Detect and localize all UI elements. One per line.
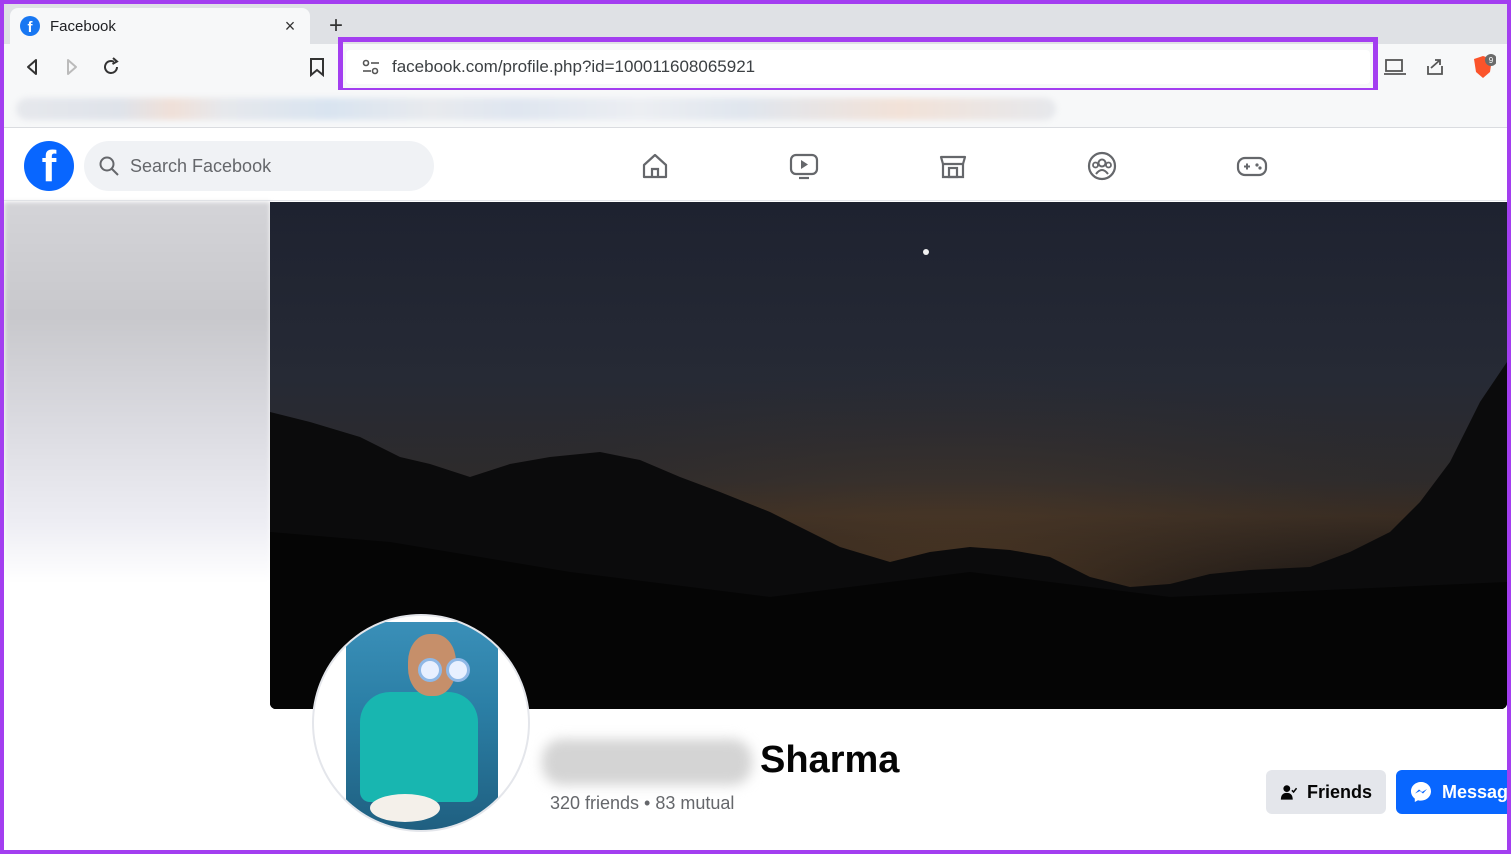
address-bar-highlight (338, 37, 1378, 93)
back-icon[interactable] (20, 54, 46, 80)
profile-avatar[interactable] (312, 614, 530, 832)
brave-shield-icon[interactable]: 9 (1470, 54, 1496, 80)
gaming-icon[interactable] (1235, 149, 1269, 183)
friend-check-icon (1280, 785, 1297, 800)
message-button[interactable]: Message (1396, 770, 1507, 814)
tab-close-icon[interactable]: × (280, 16, 300, 37)
facebook-search[interactable] (84, 141, 434, 191)
forward-icon[interactable] (58, 54, 84, 80)
avatar-photo (346, 622, 498, 830)
marketplace-icon[interactable] (936, 149, 970, 183)
search-input[interactable] (130, 155, 410, 177)
friends-count[interactable]: 320 friends • 83 mutual (550, 793, 734, 814)
facebook-favicon-icon: f (20, 16, 40, 36)
friends-button[interactable]: Friends (1266, 770, 1386, 814)
screenshot-frame: f Facebook × + 9 facebook.com/profile.ph… (0, 0, 1511, 854)
tab-title: Facebook (50, 17, 116, 35)
new-tab-button[interactable]: + (322, 12, 350, 40)
groups-icon[interactable] (1085, 149, 1119, 183)
facebook-header: f (4, 129, 1507, 201)
watch-icon[interactable] (787, 149, 821, 183)
share-icon[interactable] (1422, 54, 1448, 80)
avatar-cake (370, 794, 440, 822)
facebook-logo-icon[interactable]: f (24, 141, 74, 191)
tab-facebook[interactable]: f Facebook × (10, 8, 310, 44)
avatar-glasses-left (418, 658, 442, 682)
reload-icon[interactable] (98, 54, 124, 80)
home-icon[interactable] (638, 149, 672, 183)
blurred-sidebar (4, 202, 270, 582)
messenger-icon (1411, 782, 1431, 802)
install-app-icon[interactable] (1382, 54, 1408, 80)
svg-text:9: 9 (1489, 56, 1494, 65)
bookmark-icon[interactable] (304, 54, 330, 80)
search-icon (99, 156, 119, 176)
blurred-first-name (542, 739, 752, 785)
avatar-glasses-right (446, 658, 470, 682)
profile-name: Sharma (760, 739, 900, 781)
blurred-bookmarks (16, 98, 1056, 120)
avatar-shirt (360, 692, 478, 802)
bookmarks-bar (4, 90, 1507, 128)
